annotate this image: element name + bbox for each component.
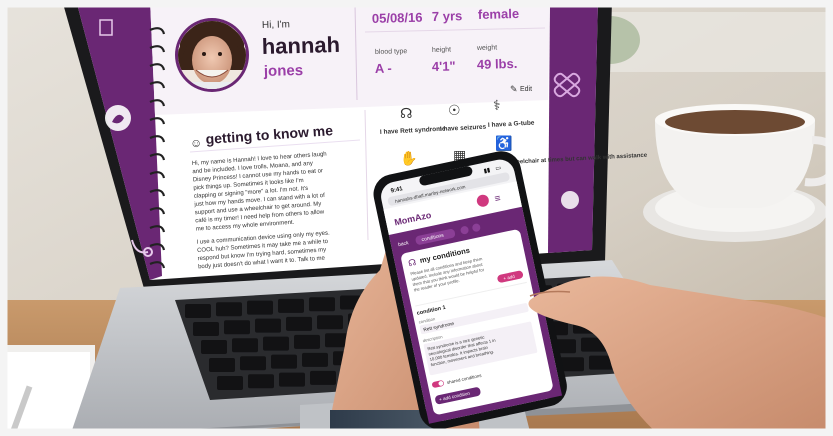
height: 4'1"	[432, 58, 456, 74]
keyboard-key	[317, 315, 343, 330]
weight-label: weight	[476, 44, 497, 52]
age: 7 yrs	[432, 8, 463, 24]
keyboard-key	[294, 334, 320, 349]
no-hands-icon: ✋	[400, 150, 417, 166]
keyboard-key	[240, 356, 266, 371]
keyboard-key	[217, 376, 243, 390]
blood-type-label: blood type	[375, 48, 408, 56]
coffee-cup	[643, 104, 833, 242]
right-purple-band	[548, 0, 598, 253]
keyboard-key	[209, 358, 235, 372]
weight: 49 lbs.	[477, 56, 518, 72]
head-icon: ☊	[400, 105, 412, 121]
keyboard-key	[309, 297, 335, 312]
greeting-text: Hi, I'm	[262, 19, 290, 31]
keyboard-key	[193, 322, 219, 336]
last-name: jones	[263, 62, 304, 80]
wheelchair-icon: ♿	[495, 135, 512, 152]
keyboard-key	[286, 316, 312, 331]
keyboard-key	[247, 300, 273, 315]
about-paragraphs: Hi, my name is Hannah! I love to hear ot…	[192, 152, 331, 271]
photo-scene: Hi, I'm hannah jones 05/08/16 7 yrs fema…	[0, 0, 833, 436]
pencil-icon: ✎	[510, 84, 518, 94]
keyboard-key	[302, 352, 328, 367]
keyboard-key	[232, 338, 258, 353]
keyboard-key	[310, 370, 336, 385]
keyboard-key	[248, 374, 274, 389]
keyboard-key	[216, 302, 242, 317]
keyboard-key	[278, 298, 304, 313]
keyboard-key	[185, 304, 211, 318]
keyboard-key	[263, 336, 289, 351]
keyboard-key	[255, 318, 281, 333]
hand-icon	[105, 105, 131, 131]
tube-icon: ⚕	[493, 97, 501, 113]
smile-icon: ☺	[190, 136, 202, 150]
edit-link[interactable]: Edit	[520, 86, 532, 93]
photo-frame: Hi, I'm hannah jones 05/08/16 7 yrs fema…	[0, 0, 833, 436]
keyboard-key	[279, 372, 305, 387]
blood-type: A -	[375, 61, 392, 76]
birthdate: 05/08/16	[372, 10, 423, 26]
head-icon-right	[561, 191, 579, 209]
keyboard-key	[201, 340, 227, 354]
keyboard-key	[224, 320, 250, 335]
keyboard-key	[271, 354, 297, 369]
brain-icon: ☉	[448, 102, 461, 118]
first-name: hannah	[261, 32, 340, 59]
sex: female	[478, 6, 520, 22]
laptop-screen: Hi, I'm hannah jones 05/08/16 7 yrs fema…	[76, 0, 648, 280]
height-label: height	[432, 47, 451, 54]
